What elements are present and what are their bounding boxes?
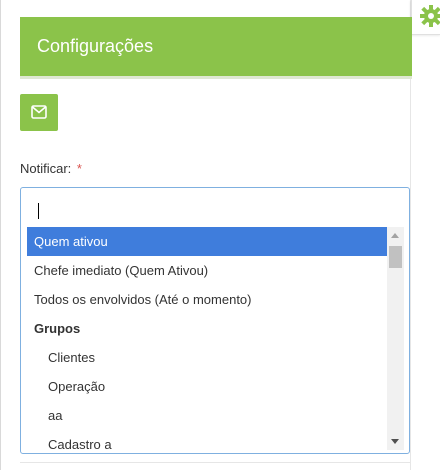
options-list: Quem ativou Chefe imediato (Quem Ativou) T… xyxy=(27,227,387,450)
select-option[interactable]: Operação xyxy=(27,372,387,401)
text-caret xyxy=(38,203,39,219)
gear-icon xyxy=(420,5,440,27)
scroll-up-arrow-icon[interactable] xyxy=(387,227,404,244)
dropdown-scrollbar[interactable] xyxy=(387,227,404,450)
notify-select-dropdown: Quem ativou Chefe imediato (Quem Ativou) T… xyxy=(20,187,410,454)
panel-header: Configurações xyxy=(20,17,412,79)
left-border xyxy=(0,0,1,470)
select-option[interactable]: aa xyxy=(27,401,387,430)
required-mark: * xyxy=(76,161,82,176)
scroll-down-arrow-icon[interactable] xyxy=(387,433,404,450)
option-group-header: Grupos xyxy=(34,321,81,336)
page: Configurações Notificar: * Quem ativou Ch… xyxy=(0,0,440,470)
select-option[interactable]: Chefe imediato (Quem Ativou) xyxy=(27,256,387,285)
panel-title: Configurações xyxy=(37,36,154,56)
select-search-input[interactable] xyxy=(27,194,403,224)
divider xyxy=(20,462,410,463)
select-option[interactable]: Clientes xyxy=(27,343,387,372)
notify-label: Notificar: * xyxy=(20,161,82,176)
email-button[interactable] xyxy=(20,94,58,131)
select-option[interactable]: Cadastro a xyxy=(27,430,387,450)
settings-tab[interactable] xyxy=(411,0,440,35)
select-option[interactable]: Todos os envolvidos (Até o momento) xyxy=(27,285,387,314)
scroll-thumb[interactable] xyxy=(389,246,402,268)
notify-label-text: Notificar: xyxy=(20,161,72,176)
select-option[interactable]: Quem ativou xyxy=(27,227,387,256)
envelope-icon xyxy=(31,105,47,119)
